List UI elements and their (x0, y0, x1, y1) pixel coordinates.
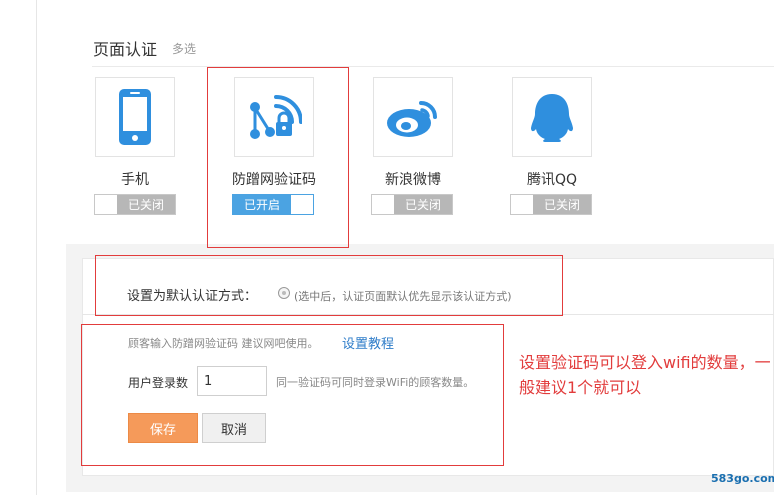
settings-divider (82, 314, 774, 315)
method-label-captcha: 防蹭网验证码 (232, 172, 316, 188)
cancel-button[interactable]: 取消 (202, 413, 266, 443)
toggle-knob (372, 195, 394, 214)
toggle-phone[interactable]: 已关闭 (94, 194, 176, 215)
toggle-knob (291, 195, 313, 214)
toggle-status-qq: 已关闭 (533, 195, 591, 214)
toggle-status-phone: 已关闭 (117, 195, 175, 214)
watermark: 583go.com (711, 472, 774, 485)
toggle-qq[interactable]: 已关闭 (510, 194, 592, 215)
default-auth-radio[interactable] (278, 287, 290, 299)
login-count-hint: 同一验证码可同时登录WiFi的顾客数量。 (276, 376, 475, 389)
method-card-qq[interactable] (512, 77, 592, 157)
toggle-status-weibo: 已关闭 (394, 195, 452, 214)
left-divider (36, 0, 37, 495)
method-label-phone: 手机 (121, 172, 149, 188)
toggle-knob (95, 195, 117, 214)
weibo-icon (387, 101, 437, 137)
method-card-captcha[interactable] (234, 77, 314, 157)
section-title: 页面认证 (93, 40, 158, 59)
wifi-lock-icon (250, 95, 302, 139)
captcha-hint: 顾客输入防蹭网验证码 建议网吧使用。 (128, 337, 319, 350)
method-card-weibo[interactable] (373, 77, 453, 157)
toggle-status-captcha: 已开启 (233, 195, 291, 214)
section-subtitle: 多选 (172, 42, 197, 56)
login-count-label: 用户登录数 (128, 376, 189, 390)
toggle-weibo[interactable]: 已关闭 (371, 194, 453, 215)
default-auth-hint: (选中后，认证页面默认优先显示该认证方式) (294, 290, 512, 303)
phone-icon (119, 89, 151, 145)
tutorial-link[interactable]: 设置教程 (342, 333, 394, 352)
default-auth-label: 设置为默认认证方式： (127, 289, 258, 304)
save-button[interactable]: 保存 (128, 413, 198, 443)
qq-icon (531, 94, 573, 142)
login-count-input[interactable] (197, 366, 267, 396)
method-label-weibo: 新浪微博 (385, 172, 441, 188)
toggle-knob (511, 195, 533, 214)
section-divider (92, 66, 774, 67)
method-card-phone[interactable] (95, 77, 175, 157)
toggle-captcha[interactable]: 已开启 (232, 194, 314, 215)
method-label-qq: 腾讯QQ (526, 172, 578, 188)
annotation-text: 设置验证码可以登入wifi的数量，一般建议1个就可以 (519, 353, 771, 397)
